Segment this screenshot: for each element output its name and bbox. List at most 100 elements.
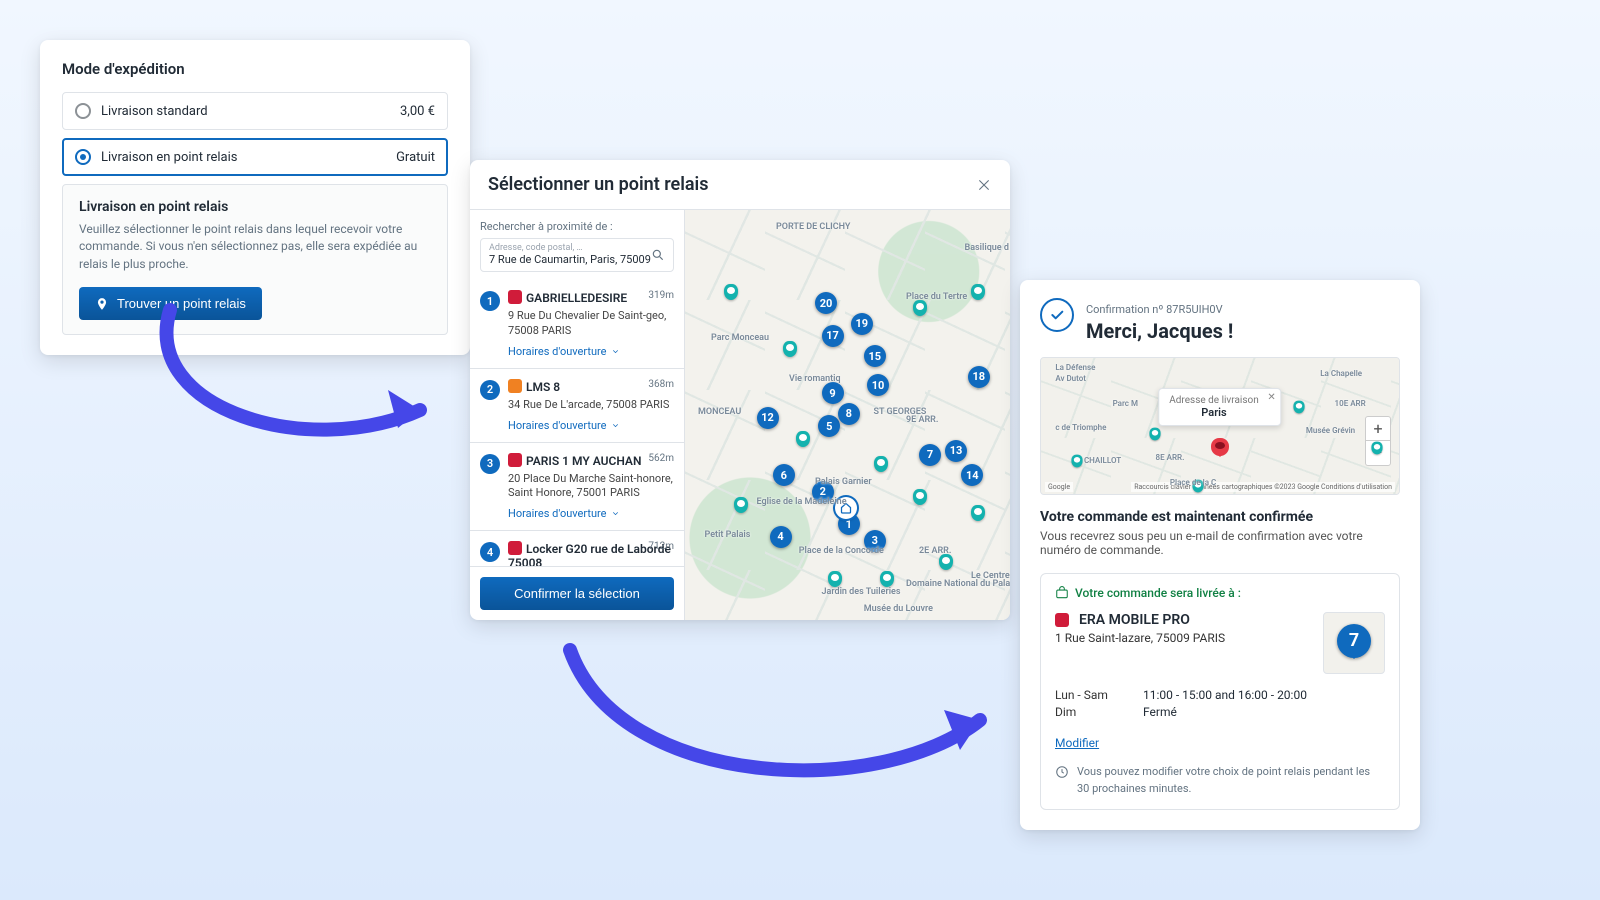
map-text-label: Parc Monceau <box>711 333 769 343</box>
section-title: Mode d'expédition <box>62 60 448 78</box>
checkmark-icon <box>1040 298 1074 332</box>
result-distance: 712m <box>648 541 674 552</box>
search-label: Rechercher à proximité de : <box>480 220 674 233</box>
map-text-label: MONCEAU <box>698 407 741 417</box>
find-relay-button[interactable]: Trouver un point relais <box>79 287 262 320</box>
pin-icon <box>95 297 109 311</box>
map-text-label: Le Centre <box>971 571 1010 581</box>
modify-hint: Vous pouvez modifier votre choix de poin… <box>1055 764 1385 797</box>
map-pin[interactable]: 4 <box>770 526 792 548</box>
result-address: 34 Rue De L'arcade, 75008 PARIS <box>508 398 674 413</box>
map-text-label: Petit Palais <box>705 530 751 540</box>
zoom-in-button[interactable]: + <box>1366 417 1390 441</box>
opening-hours-toggle[interactable]: Horaires d'ouverture <box>508 419 620 432</box>
poi-icon <box>724 284 738 300</box>
map-text-label: 2E ARR. <box>919 546 951 556</box>
carrier-icon <box>508 453 522 467</box>
close-icon[interactable] <box>976 177 992 193</box>
map-text-label: PORTE DE CLICHY <box>776 222 850 232</box>
shipping-option-standard[interactable]: Livraison standard 3,00 € <box>62 92 448 130</box>
carrier-icon <box>508 379 522 393</box>
relay-info-title: Livraison en point relais <box>79 199 431 215</box>
map-pin[interactable]: 8 <box>838 403 860 425</box>
map-pin[interactable]: 12 <box>757 407 779 429</box>
map-text-label: c de Triomphe <box>1055 423 1106 432</box>
poi-icon <box>874 456 888 472</box>
relay-result[interactable]: 3PARIS 1 MY AUCHAN562m20 Place Du Marche… <box>470 442 684 531</box>
modify-link[interactable]: Modifier <box>1055 736 1099 750</box>
result-number-badge: 2 <box>480 380 500 400</box>
map-pin[interactable]: 6 <box>773 464 795 486</box>
map-text-label: Musée du Louvre <box>864 604 933 614</box>
thank-you-title: Merci, Jacques ! <box>1086 319 1233 343</box>
result-number-badge: 4 <box>480 542 500 562</box>
close-icon[interactable]: ✕ <box>1267 392 1275 403</box>
shipping-option-relay[interactable]: Livraison en point relais Gratuit <box>62 138 448 176</box>
poi-icon <box>734 497 748 513</box>
search-input[interactable]: Adresse, code postal, … 7 Rue de Caumart… <box>480 238 674 272</box>
option-label: Livraison en point relais <box>101 150 237 165</box>
address-bubble: ✕ Adresse de livraison Paris <box>1158 388 1281 426</box>
map-pin[interactable]: 17 <box>822 325 844 347</box>
confirm-selection-button[interactable]: Confirmer la sélection <box>480 577 674 610</box>
map-pin[interactable]: 7 <box>919 444 941 466</box>
map-pin[interactable]: 14 <box>961 464 983 486</box>
carrier-icon <box>508 541 522 555</box>
poi-icon <box>783 341 797 357</box>
map-pin[interactable]: 5 <box>818 415 840 437</box>
poi-icon <box>939 554 953 570</box>
opening-hours-toggle[interactable]: Horaires d'ouverture <box>508 507 620 520</box>
map-pin[interactable]: 20 <box>815 292 837 314</box>
search-value: 7 Rue de Caumartin, Paris, 75009 <box>489 253 651 266</box>
map-text-label: Musée Grévin <box>1306 426 1355 435</box>
map-text-label: Parc M <box>1113 399 1138 408</box>
results-list[interactable]: 1GABRIELLEDESIRE319m9 Rue Du Chevalier D… <box>470 280 684 566</box>
map-text-label: Palais Garnier <box>815 477 872 487</box>
schedule-row: Lun - Sam11:00 - 15:00 and 16:00 - 20:00 <box>1055 688 1385 702</box>
map[interactable]: 123456789101213141517181920PORTE DE CLIC… <box>685 210 1010 620</box>
opening-hours-toggle[interactable]: Horaires d'ouverture <box>508 345 620 358</box>
map-pin[interactable]: 13 <box>945 440 967 462</box>
delivery-point-info: ERA MOBILE PRO 1 Rue Saint-lazare, 75009… <box>1055 612 1311 674</box>
delivery-map[interactable]: ✕ Adresse de livraison Paris + − Google … <box>1040 357 1400 495</box>
poi-icon <box>1372 441 1383 454</box>
relay-info-box: Livraison en point relais Veuillez sélec… <box>62 184 448 335</box>
search-icon[interactable] <box>651 248 665 262</box>
schedule-row: DimFermé <box>1055 705 1385 719</box>
map-text-label: Place de la C <box>1170 478 1216 487</box>
relay-selector-modal: Sélectionner un point relais Rechercher … <box>470 160 1010 620</box>
search-placeholder: Adresse, code postal, … <box>489 243 651 253</box>
carrier-icon <box>1055 613 1069 627</box>
map-text-label: Basilique d <box>965 243 1009 253</box>
map-text-label: Place du Tertre <box>906 292 967 302</box>
radio-icon <box>75 103 91 119</box>
map-text-label: Vie romantiq <box>789 374 841 384</box>
map-pin[interactable]: 19 <box>851 313 873 335</box>
map-pin[interactable]: 10 <box>867 374 889 396</box>
option-price: Gratuit <box>396 150 435 165</box>
result-number-badge: 1 <box>480 291 500 311</box>
result-number-badge: 3 <box>480 454 500 474</box>
map-text-label: Place de la Concorde <box>799 546 884 556</box>
flow-arrow-2 <box>540 620 1020 820</box>
poi-icon <box>971 284 985 300</box>
poi-icon <box>913 300 927 316</box>
results-column: Rechercher à proximité de : Adresse, cod… <box>470 210 685 620</box>
opening-hours: Lun - Sam11:00 - 15:00 and 16:00 - 20:00… <box>1055 688 1385 719</box>
delivery-details-box: Votre commande sera livrée à : ERA MOBIL… <box>1040 573 1400 810</box>
relay-result[interactable]: 1GABRIELLEDESIRE319m9 Rue Du Chevalier D… <box>470 280 684 368</box>
poi-icon <box>913 489 927 505</box>
shipping-mode-card: Mode d'expédition Livraison standard 3,0… <box>40 40 470 355</box>
map-pin[interactable]: 15 <box>864 345 886 367</box>
relay-info-text: Veuillez sélectionner le point relais da… <box>79 221 431 273</box>
relay-result[interactable]: 2LMS 8368m34 Rue De L'arcade, 75008 PARI… <box>470 368 684 442</box>
relay-result[interactable]: 4Locker G20 rue de Laborde 75008712mHora… <box>470 530 684 566</box>
button-label: Trouver un point relais <box>117 296 246 311</box>
result-distance: 562m <box>648 453 674 464</box>
option-label: Livraison standard <box>101 104 208 119</box>
map-pin[interactable]: 18 <box>968 366 990 388</box>
modal-title: Sélectionner un point relais <box>488 174 708 195</box>
map-pin[interactable]: 9 <box>822 382 844 404</box>
carrier-icon <box>508 290 522 304</box>
confirmed-title: Votre commande est maintenant confirmée <box>1040 509 1400 525</box>
